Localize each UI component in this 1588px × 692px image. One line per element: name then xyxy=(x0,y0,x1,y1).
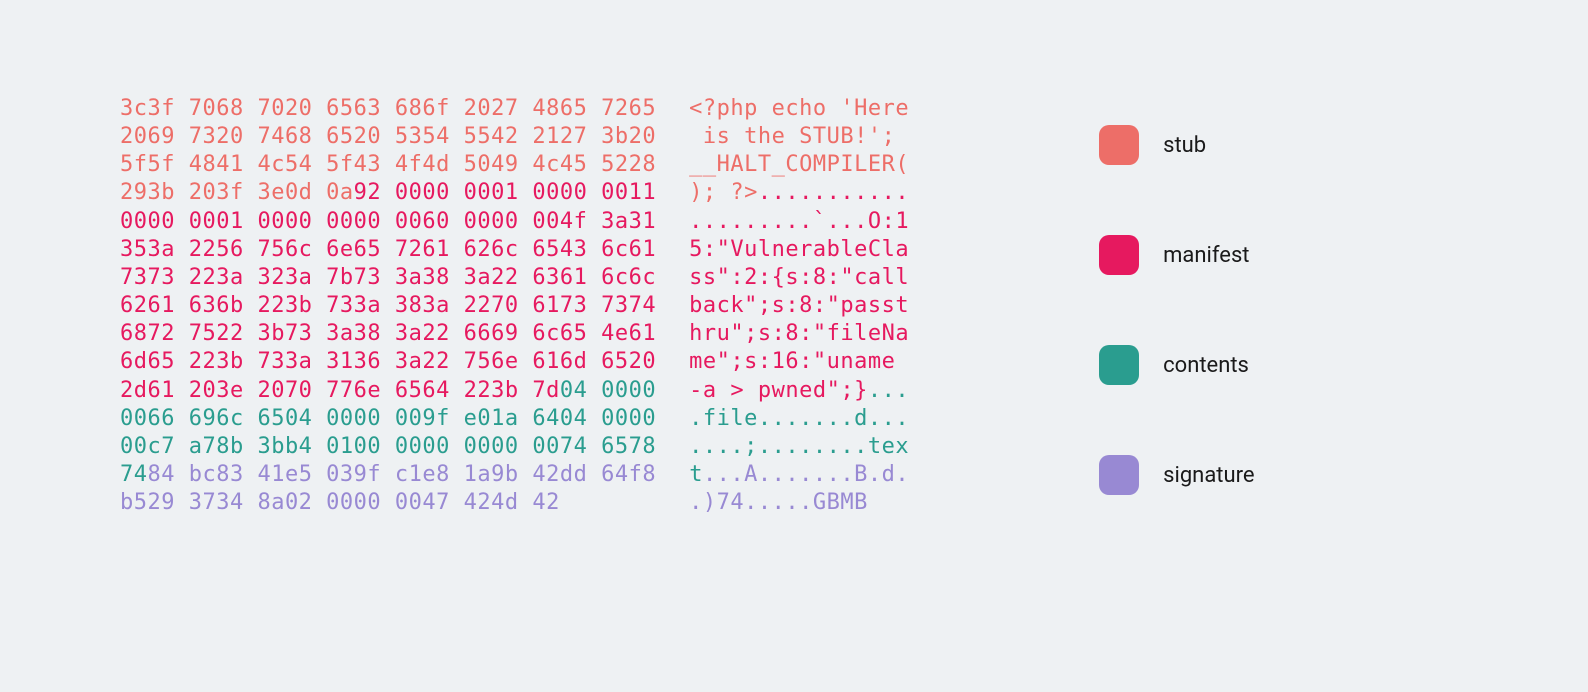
hex-bytes: 3c3f 7068 7020 6563 686f 2027 4865 7265 xyxy=(120,95,656,123)
ascii-repr: t...A.......B.d. xyxy=(689,461,909,489)
hex-line: 2d61 203e 2070 776e 6564 223b 7d04 0000 -… xyxy=(120,377,909,405)
legend-label-contents: contents xyxy=(1163,353,1249,378)
hex-line: 353a 2256 756c 6e65 7261 626c 6543 6c61 5… xyxy=(120,236,909,264)
legend-item-signature: signature xyxy=(1099,455,1254,495)
hex-bytes: 353a 2256 756c 6e65 7261 626c 6543 6c61 xyxy=(120,236,656,264)
hex-bytes: 00c7 a78b 3bb4 0100 0000 0000 0074 6578 xyxy=(120,433,656,461)
hexdump-diagram: 3c3f 7068 7020 6563 686f 2027 4865 7265 <… xyxy=(20,20,1568,557)
ascii-repr: <?php echo 'Here xyxy=(689,95,909,123)
hex-line: b529 3734 8a02 0000 0047 424d 42 .)74...… xyxy=(120,489,909,517)
legend: stub manifest contents signature xyxy=(989,95,1254,517)
hex-bytes: 2069 7320 7468 6520 5354 5542 2127 3b20 xyxy=(120,123,656,151)
swatch-stub xyxy=(1099,125,1139,165)
hex-bytes: 0000 0001 0000 0000 0060 0000 004f 3a31 xyxy=(120,208,656,236)
ascii-repr: .)74.....GBMB xyxy=(689,489,868,517)
hex-bytes: 5f5f 4841 4c54 5f43 4f4d 5049 4c45 5228 xyxy=(120,151,656,179)
ascii-repr: __HALT_COMPILER( xyxy=(689,151,909,179)
legend-item-manifest: manifest xyxy=(1099,235,1254,275)
hex-line: 2069 7320 7468 6520 5354 5542 2127 3b20 … xyxy=(120,123,909,151)
hex-bytes: 0066 696c 6504 0000 009f e01a 6404 0000 xyxy=(120,405,656,433)
hex-line: 6872 7522 3b73 3a38 3a22 6669 6c65 4e61 h… xyxy=(120,320,909,348)
swatch-manifest xyxy=(1099,235,1139,275)
ascii-repr: me";s:16:"uname xyxy=(689,348,909,376)
hex-line: 293b 203f 3e0d 0a92 0000 0001 0000 0011)… xyxy=(120,179,909,207)
hex-bytes: 6261 636b 223b 733a 383a 2270 6173 7374 xyxy=(120,292,656,320)
ascii-repr: hru";s:8:"fileNa xyxy=(689,320,909,348)
ascii-repr: .file.......d... xyxy=(689,405,909,433)
legend-item-contents: contents xyxy=(1099,345,1254,385)
ascii-repr: ss":2:{s:8:"call xyxy=(689,264,909,292)
hex-line: 6d65 223b 733a 3136 3a22 756e 616d 6520 m… xyxy=(120,348,909,376)
hex-bytes: 7484 bc83 41e5 039f c1e8 1a9b 42dd 64f8 xyxy=(120,461,656,489)
hex-bytes: b529 3734 8a02 0000 0047 424d 42 xyxy=(120,489,656,517)
ascii-repr: ); ?>........... xyxy=(689,179,909,207)
swatch-signature xyxy=(1099,455,1139,495)
hex-line: 3c3f 7068 7020 6563 686f 2027 4865 7265 <… xyxy=(120,95,909,123)
legend-item-stub: stub xyxy=(1099,125,1254,165)
hexdump-block: 3c3f 7068 7020 6563 686f 2027 4865 7265 <… xyxy=(120,95,909,517)
hex-line: 5f5f 4841 4c54 5f43 4f4d 5049 4c45 5228 _… xyxy=(120,151,909,179)
hex-bytes: 2d61 203e 2070 776e 6564 223b 7d04 0000 xyxy=(120,377,656,405)
legend-label-stub: stub xyxy=(1163,133,1206,158)
ascii-repr: 5:"VulnerableCla xyxy=(689,236,909,264)
hex-line: 6261 636b 223b 733a 383a 2270 6173 7374 b… xyxy=(120,292,909,320)
hex-bytes: 293b 203f 3e0d 0a92 0000 0001 0000 0011 xyxy=(120,179,656,207)
hex-line: 0000 0001 0000 0000 0060 0000 004f 3a31.… xyxy=(120,208,909,236)
hex-line: 0066 696c 6504 0000 009f e01a 6404 0000.… xyxy=(120,405,909,433)
hex-line: 7373 223a 323a 7b73 3a38 3a22 6361 6c6c s… xyxy=(120,264,909,292)
hex-bytes: 7373 223a 323a 7b73 3a38 3a22 6361 6c6c xyxy=(120,264,656,292)
ascii-repr: is the STUB!'; xyxy=(689,123,909,151)
swatch-contents xyxy=(1099,345,1139,385)
hex-line: 7484 bc83 41e5 039f c1e8 1a9b 42dd 64f8 t… xyxy=(120,461,909,489)
hex-bytes: 6d65 223b 733a 3136 3a22 756e 616d 6520 xyxy=(120,348,656,376)
ascii-repr: ....;........tex xyxy=(689,433,909,461)
hex-bytes: 6872 7522 3b73 3a38 3a22 6669 6c65 4e61 xyxy=(120,320,656,348)
ascii-repr: back";s:8:"passt xyxy=(689,292,909,320)
legend-label-manifest: manifest xyxy=(1163,243,1249,268)
ascii-repr: -a > pwned";}... xyxy=(689,377,909,405)
legend-label-signature: signature xyxy=(1163,463,1254,488)
hex-line: 00c7 a78b 3bb4 0100 0000 0000 0074 6578.… xyxy=(120,433,909,461)
ascii-repr: .........`...O:1 xyxy=(689,208,909,236)
